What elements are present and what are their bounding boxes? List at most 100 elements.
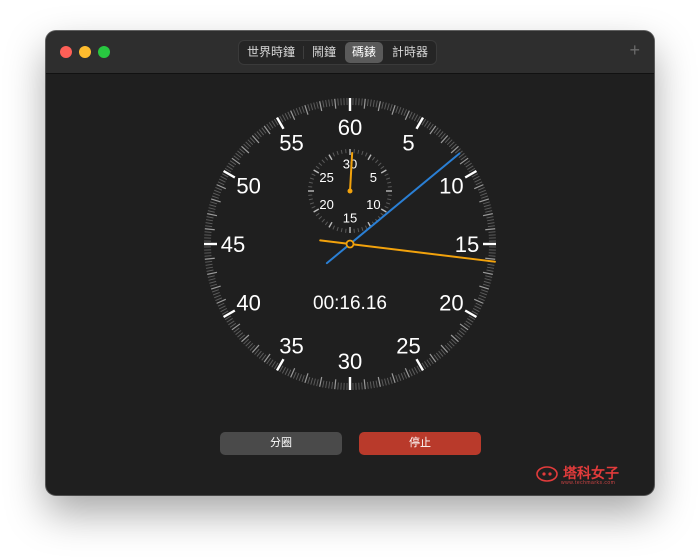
dial-tick <box>210 283 218 287</box>
dial-tick <box>275 116 285 130</box>
dial-tick <box>331 381 334 389</box>
dial-tick <box>292 371 297 379</box>
sub-dial-tick <box>377 162 382 166</box>
dial-tick <box>322 380 325 388</box>
dial-tick <box>475 302 483 307</box>
dial-tick <box>210 201 218 205</box>
hand-pivot <box>345 239 355 249</box>
sub-dial-tick <box>367 154 372 161</box>
sub-dial-tick <box>308 181 313 184</box>
dial-tick <box>212 192 220 197</box>
dial-tick <box>395 105 399 113</box>
dial-tick <box>363 379 366 390</box>
dial-tick <box>465 162 472 168</box>
dial-tick <box>486 269 494 272</box>
dial-tick <box>472 307 480 313</box>
dial-tick <box>484 207 492 210</box>
dial-tick <box>229 322 237 328</box>
dial-tick <box>386 377 390 385</box>
dial-tick <box>479 189 486 194</box>
stop-button[interactable]: 停止 <box>359 432 481 455</box>
main-dial-label: 30 <box>338 349 362 374</box>
dial-tick <box>426 359 432 366</box>
dial-tick <box>389 376 393 384</box>
dial-tick <box>474 178 481 183</box>
dial-tick <box>261 127 267 134</box>
dial-tick <box>316 101 319 109</box>
dial-tick <box>334 379 337 390</box>
main-dial-label: 45 <box>221 232 245 257</box>
dial-tick <box>424 120 429 127</box>
dial-tick <box>428 357 434 365</box>
dial-tick <box>397 374 402 382</box>
dial-tick <box>287 111 292 119</box>
dial-tick <box>222 309 236 319</box>
sub-dial-tick <box>340 228 343 233</box>
dial-tick <box>215 186 223 191</box>
dial-tick <box>372 99 375 108</box>
dial-tick <box>235 329 242 336</box>
dial-tick <box>204 231 212 233</box>
lap-button[interactable]: 分圈 <box>220 432 342 455</box>
dial-tick <box>381 379 384 387</box>
dial-tick <box>334 98 337 109</box>
sub-dial-label: 10 <box>366 197 380 212</box>
sub-dial-tick <box>384 173 389 177</box>
dial-tick <box>229 160 237 166</box>
dial-tick <box>488 231 496 233</box>
dial-tick <box>233 327 240 333</box>
dial-tick <box>325 99 328 108</box>
dial-tick <box>210 285 221 290</box>
dial-tick <box>281 114 287 122</box>
dial-tick <box>208 278 216 281</box>
dial-tick <box>487 225 495 228</box>
dial-tick <box>211 289 219 293</box>
dial-tick <box>222 169 236 179</box>
sub-dial-tick <box>321 159 325 164</box>
dial-tick <box>310 103 314 111</box>
dial-tick <box>258 129 265 136</box>
dial-tick <box>207 210 215 213</box>
dial-tick <box>486 216 494 219</box>
dial-tick <box>369 381 372 389</box>
sub-dial-tick <box>371 156 376 161</box>
dial-tick <box>450 334 459 343</box>
dial-tick <box>219 178 226 183</box>
dial-tick <box>241 145 250 154</box>
dial-tick <box>331 99 334 107</box>
sub-dial-tick <box>385 177 391 180</box>
dial-tick <box>384 102 387 110</box>
dial-tick <box>440 135 449 144</box>
dial-tick <box>464 169 478 179</box>
sub-dial-label: 20 <box>319 197 333 212</box>
dial-tick <box>395 375 399 383</box>
dial-tick <box>209 280 217 284</box>
sub-dial-label: 5 <box>370 170 377 185</box>
dial-tick <box>245 340 252 347</box>
dial-tick <box>377 376 381 387</box>
dial-tick <box>485 257 496 260</box>
dial-tick <box>438 350 444 357</box>
sub-dial-tick <box>361 226 364 232</box>
dial-tick <box>284 368 289 375</box>
dial-tick <box>206 216 214 219</box>
sub-dial-tick <box>315 212 320 217</box>
sub-dial-tick <box>357 228 360 233</box>
sub-dial-tick <box>361 150 364 156</box>
dial-tick <box>307 104 311 112</box>
sub-dial-tick <box>328 154 333 161</box>
dial-tick <box>226 318 233 323</box>
sub-dial-tick <box>315 165 320 170</box>
dial-tick <box>479 198 490 203</box>
sub-dial-tick <box>336 150 339 156</box>
dial-tick <box>205 263 213 266</box>
sub-dial-label: 15 <box>343 211 357 226</box>
sub-dial-tick <box>309 202 315 205</box>
dial-tick <box>284 113 289 120</box>
dial-tick <box>251 344 260 353</box>
dial-tick <box>275 358 285 372</box>
dial-tick <box>217 302 225 307</box>
sub-dial-tick <box>380 165 385 170</box>
dial-tick <box>411 368 416 375</box>
dial-tick <box>375 100 378 108</box>
